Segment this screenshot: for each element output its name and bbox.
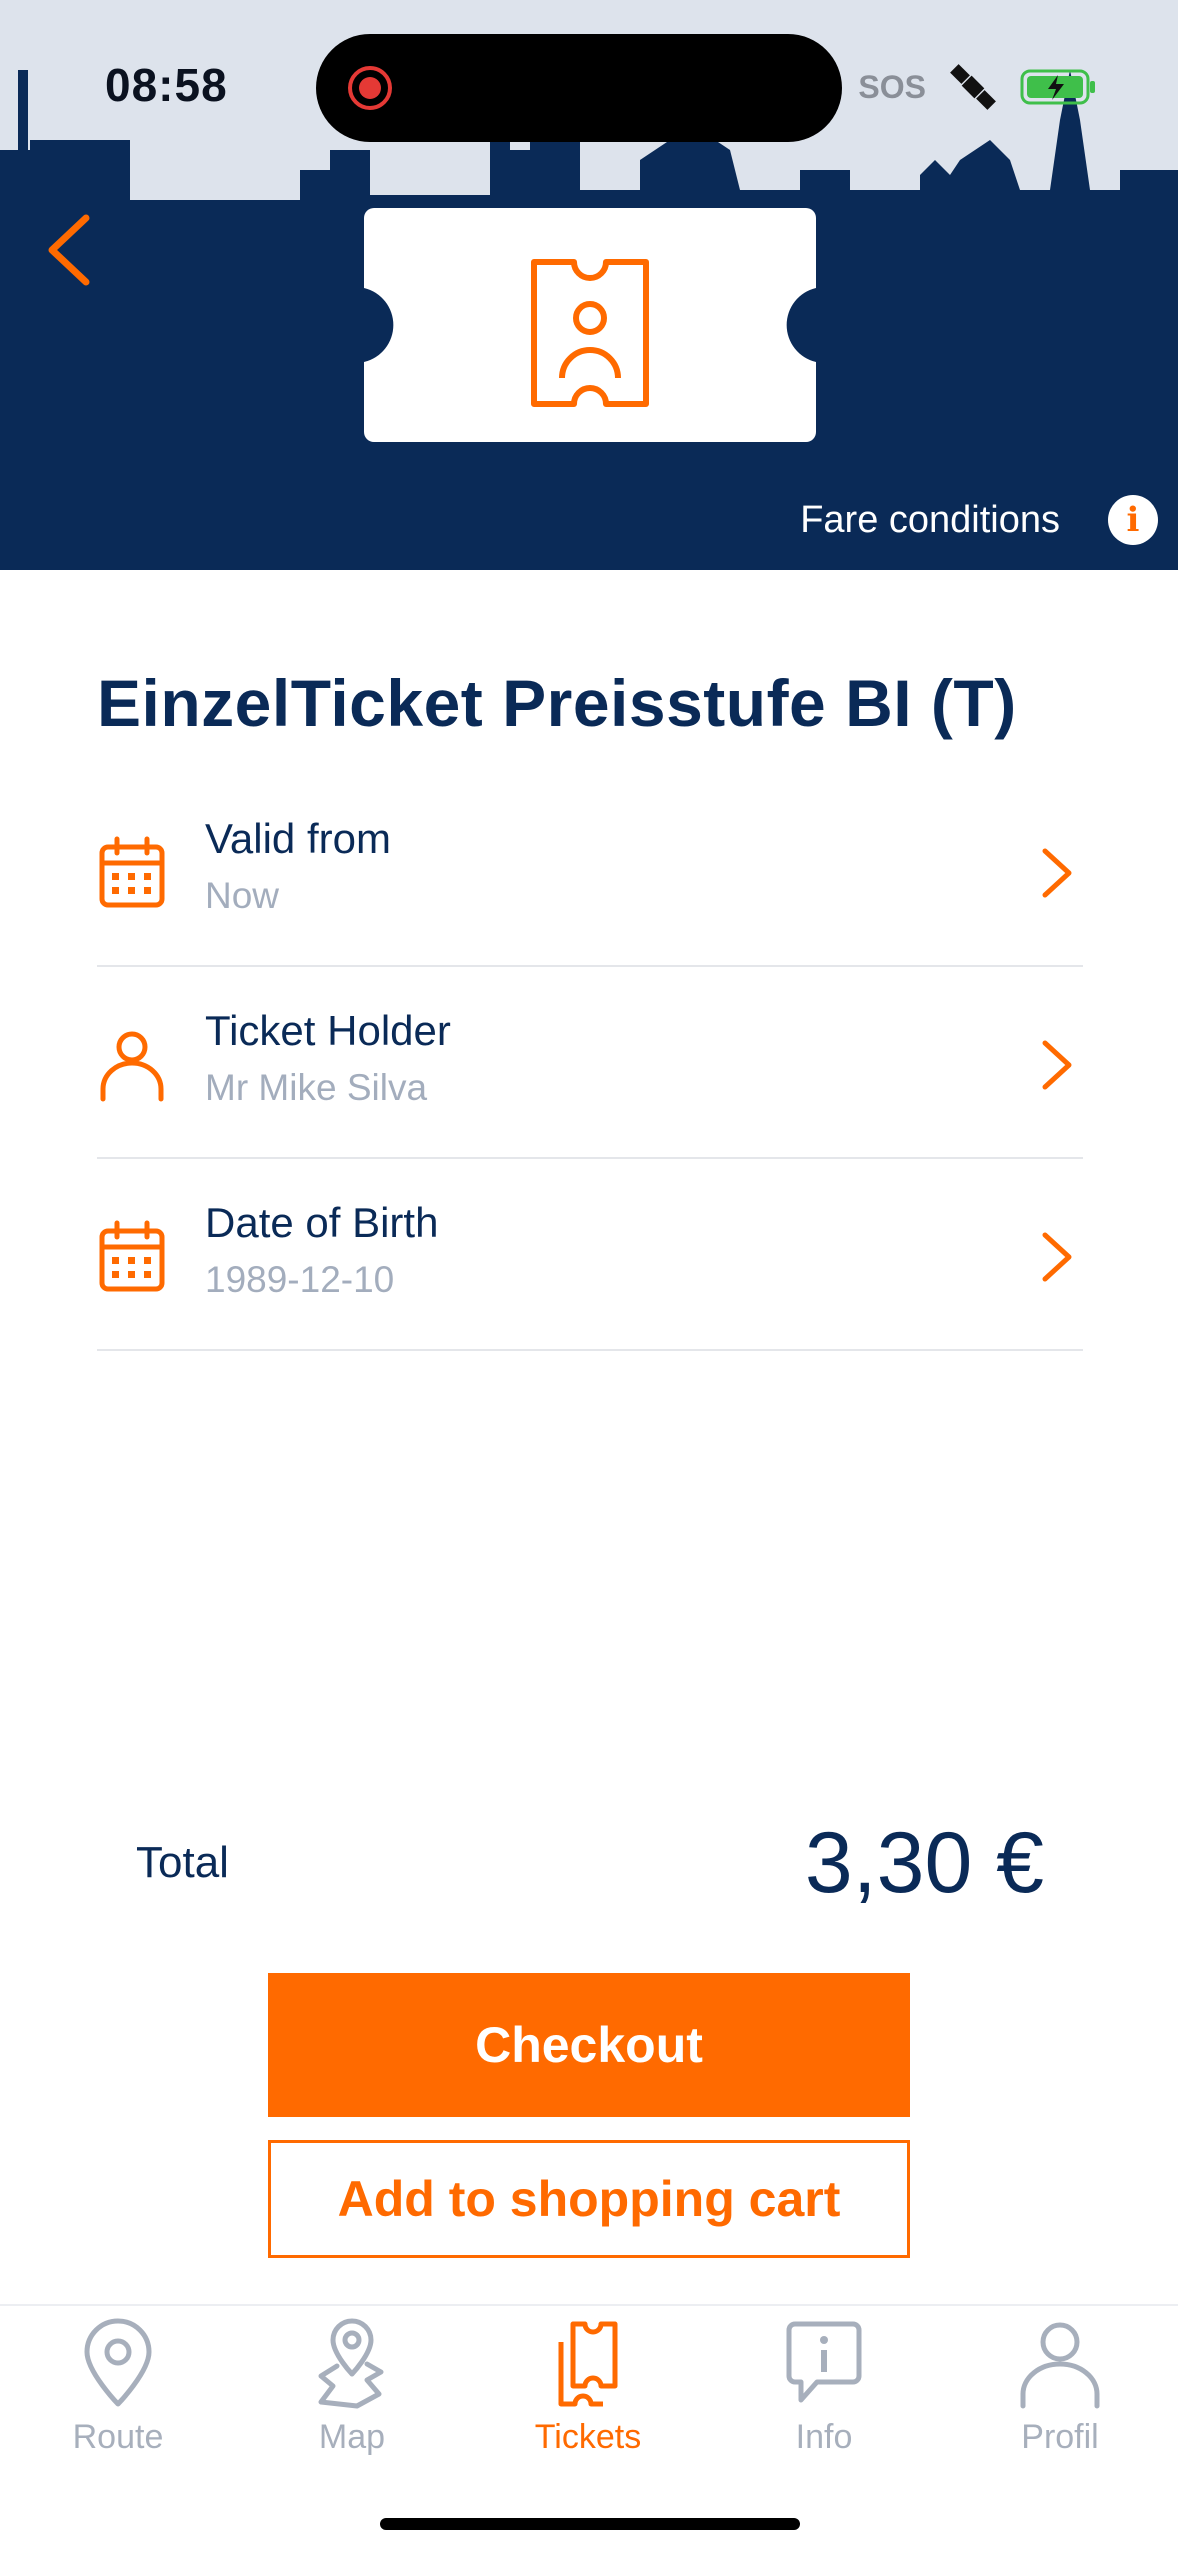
calendar-icon [99,836,165,908]
total-price: 3,30 € [804,1815,1044,1911]
fare-conditions-label: Fare conditions [800,498,1060,541]
row-value: Now [205,875,280,916]
tab-tickets[interactable]: Tickets [488,2316,688,2496]
tab-label: Map [318,2418,386,2456]
tab-route[interactable]: Route [18,2316,218,2496]
back-chevron-icon[interactable] [40,210,100,290]
ticket-details-list: Valid from Now Ticket Holder Mr Mike Sil… [97,775,1083,1351]
ticket-illustration [364,208,816,442]
recording-icon [348,66,392,110]
tab-label: Tickets [534,2418,642,2456]
info-icon[interactable]: i [1108,495,1158,545]
location-pin-icon [84,2318,152,2407]
tab-label: Profil [1021,2418,1099,2456]
fare-conditions-link[interactable]: Fare conditions i [800,495,1158,545]
tickets-icon [558,2321,618,2407]
map-icon [318,2318,384,2409]
row-value: 1989-12-10 [205,1259,395,1300]
ticket-holder-row[interactable]: Ticket Holder Mr Mike Silva [97,967,1083,1159]
info-bubble-icon [786,2321,862,2403]
calendar-icon [99,1220,165,1292]
tab-map[interactable]: Map [252,2316,452,2496]
chevron-right-icon [1042,1040,1072,1090]
date-of-birth-row[interactable]: Date of Birth 1989-12-10 [97,1159,1083,1351]
tab-info[interactable]: Info [724,2316,924,2496]
row-label: Valid from [205,815,391,862]
tab-profil[interactable]: Profil [960,2316,1160,2496]
person-icon [100,1031,164,1102]
row-label: Ticket Holder [205,1007,451,1054]
valid-from-row[interactable]: Valid from Now [97,775,1083,967]
row-label: Date of Birth [205,1199,439,1246]
add-to-cart-button[interactable]: Add to shopping cart [268,2140,910,2258]
chevron-right-icon [1042,848,1072,898]
profile-icon [1020,2322,1100,2409]
chevron-right-icon [1042,1232,1072,1282]
row-value: Mr Mike Silva [205,1067,428,1108]
status-indicators: SOS [858,62,1098,112]
tab-label: Route [72,2418,164,2456]
header: 08:58 SOS Fare conditions i [0,0,1178,570]
status-time: 08:58 [105,59,228,111]
sos-indicator: SOS [858,68,926,105]
tab-label: Info [795,2418,853,2456]
total-label: Total [136,1838,229,1887]
ticket-title: EinzelTicket Preisstufe BI (T) [97,666,1017,740]
home-indicator [380,2518,800,2530]
battery-icon [1020,69,1095,105]
checkout-button[interactable]: Checkout [268,1973,910,2117]
satellite-icon [950,64,996,110]
dynamic-island [316,34,842,142]
